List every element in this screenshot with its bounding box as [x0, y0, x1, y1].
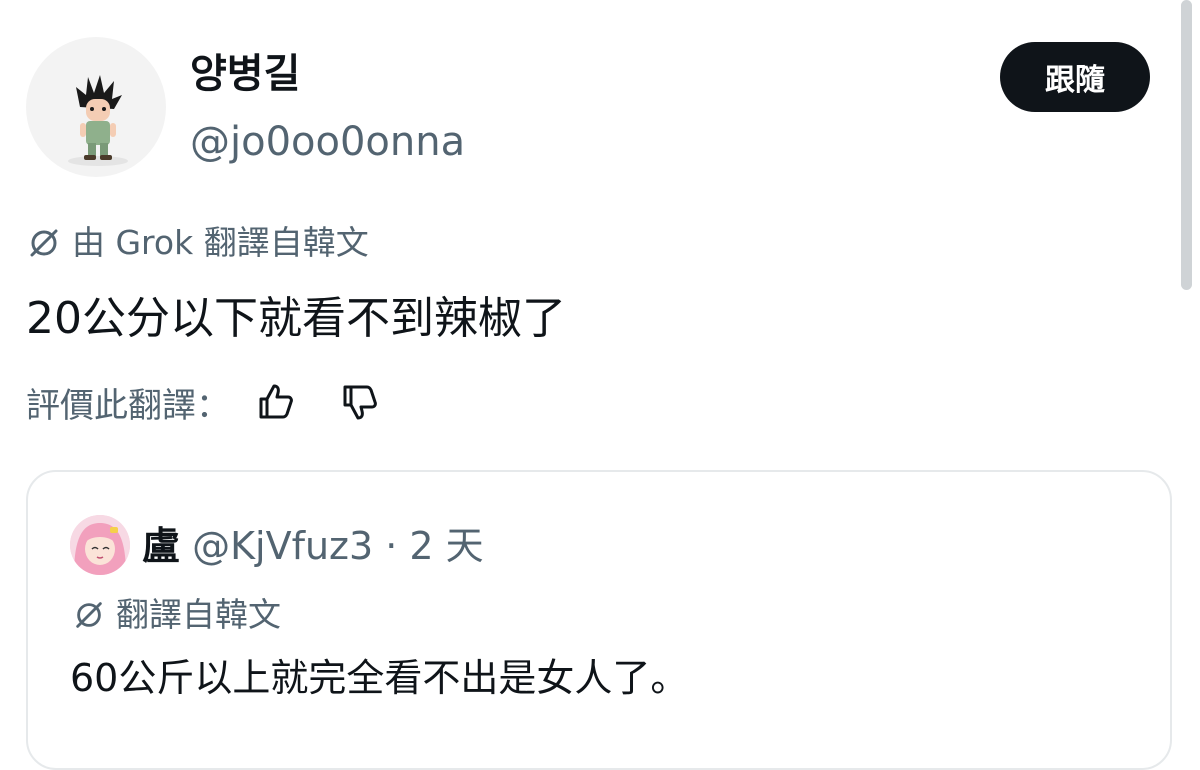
- quoted-translation-notice-text: 翻譯自韓文: [116, 595, 281, 634]
- quoted-author-avatar[interactable]: [70, 515, 130, 575]
- meta-separator: ·: [373, 524, 410, 568]
- quoted-translation-notice: 翻譯自韓文: [72, 590, 281, 640]
- quoted-author-handle[interactable]: @KjVfuz3: [192, 524, 373, 568]
- author-display-name[interactable]: 양병길: [190, 44, 300, 104]
- translation-notice: 由 Grok 翻譯自韓文: [26, 218, 369, 268]
- thumbs-down-icon: [343, 385, 377, 420]
- translate-slash-icon: [30, 229, 58, 257]
- quoted-tweet-header: 盧 @KjVfuz3 · 2 天: [142, 518, 484, 574]
- quoted-author-name[interactable]: 盧: [142, 524, 180, 568]
- translation-notice-text: 由 Grok 翻譯自韓文: [72, 223, 369, 262]
- thumbs-up-button[interactable]: [252, 378, 300, 426]
- author-handle[interactable]: @jo0oo0onna: [190, 114, 465, 170]
- translate-slash-icon: [76, 602, 102, 628]
- quoted-tweet-card[interactable]: 盧 @KjVfuz3 · 2 天 翻譯自韓文 60公斤以上就完全看不出是女人了。: [26, 470, 1172, 770]
- avatar-character-image: [68, 75, 128, 166]
- thumbs-down-button[interactable]: [336, 378, 384, 426]
- follow-button[interactable]: 跟隨: [1000, 42, 1150, 112]
- quoted-tweet-text: 60公斤以上就完全看不出是女人了。: [70, 656, 689, 700]
- scrollbar[interactable]: [1181, 0, 1192, 290]
- rating-label: 評價此翻譯：: [26, 385, 230, 426]
- tweet-text: 20公分以下就看不到辣椒了: [26, 293, 566, 344]
- author-avatar[interactable]: [26, 37, 166, 177]
- quoted-tweet-time[interactable]: 2 天: [409, 524, 483, 568]
- thumbs-up-icon: [259, 384, 293, 419]
- translation-rating: 評價此翻譯：: [26, 374, 384, 430]
- avatar-pink-hair-image: [70, 515, 130, 575]
